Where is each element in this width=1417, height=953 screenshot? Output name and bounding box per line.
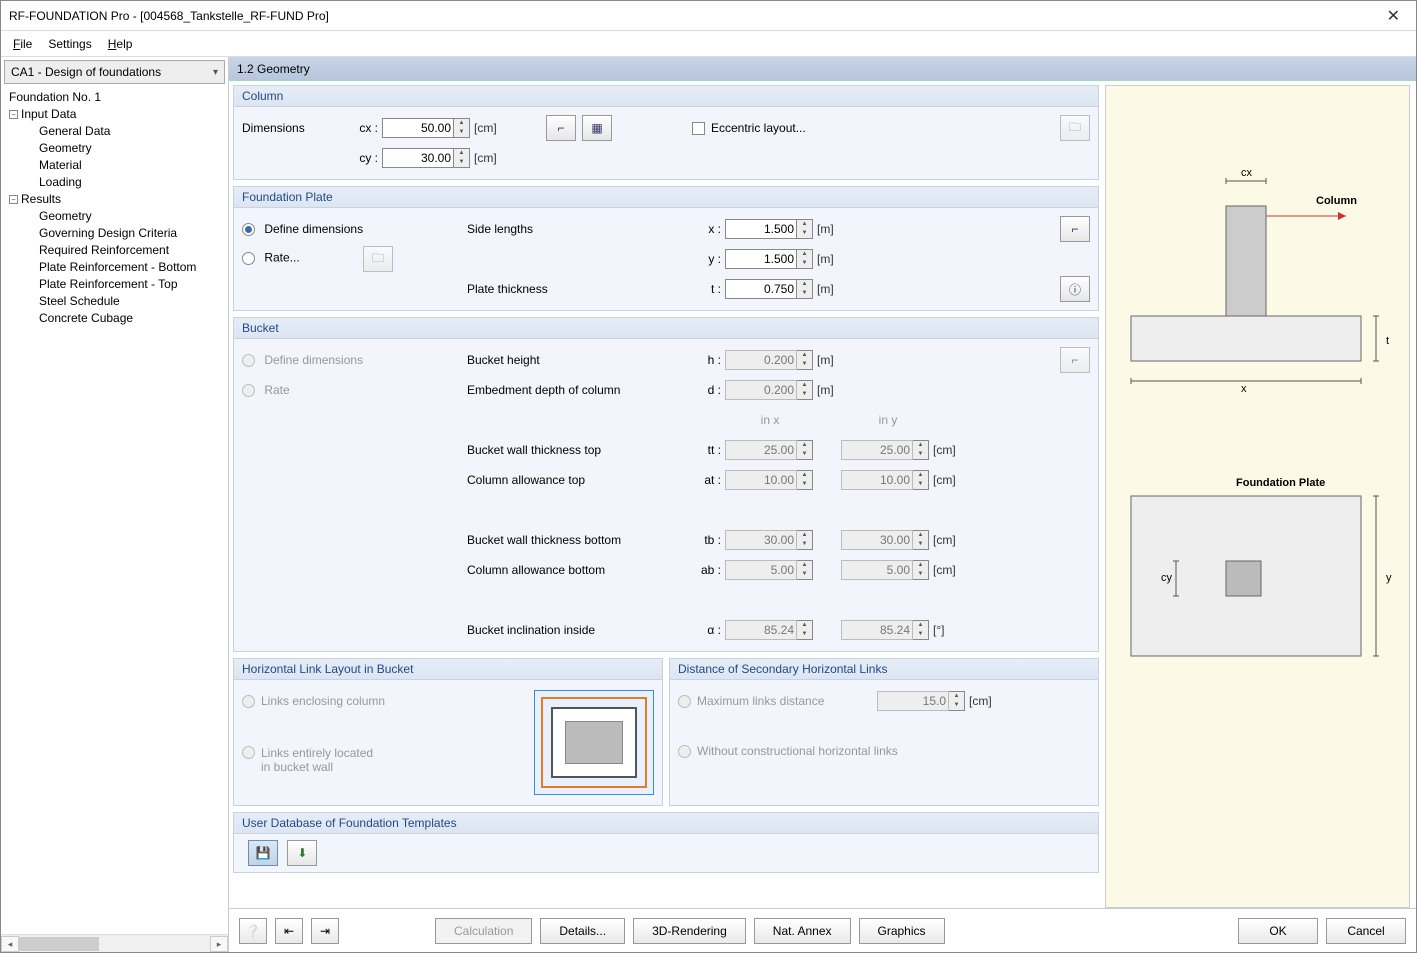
dsec-max-radio	[678, 695, 691, 708]
hlink-enclosing-radio	[242, 695, 255, 708]
calculation-button: Calculation	[435, 918, 532, 944]
info-icon[interactable]: ⓘ	[1060, 276, 1090, 302]
annex-button[interactable]: Nat. Annex	[754, 918, 851, 944]
panel-bucket: Bucket Define dimensions Bucket height h…	[233, 317, 1099, 652]
alpha-y-input	[841, 620, 913, 640]
case-combo[interactable]: CA1 - Design of foundations ▾	[4, 60, 225, 84]
eccentric-checkbox[interactable]	[692, 122, 705, 135]
tree-item[interactable]: Geometry	[39, 140, 228, 157]
tree-item[interactable]: Loading	[39, 174, 228, 191]
footer: ❔ ⇤ ⇥ Calculation Details... 3D-Renderin…	[229, 908, 1416, 952]
svg-text:Column: Column	[1316, 195, 1357, 207]
ruler-icon[interactable]: ⌐	[1060, 216, 1090, 242]
svg-text:t: t	[1386, 335, 1389, 347]
prev-icon[interactable]: ⇤	[275, 918, 303, 944]
x-input[interactable]	[725, 219, 797, 239]
menu-file[interactable]: File	[13, 37, 32, 51]
tb-y-input	[841, 530, 913, 550]
bucket-define-radio	[242, 354, 255, 367]
template-save-icon[interactable]: 💾	[248, 840, 278, 866]
panel-dsec: Distance of Secondary Horizontal Links M…	[669, 658, 1099, 806]
plate-define-radio[interactable]	[242, 223, 255, 236]
sidebar-scrollbar[interactable]: ◂▸	[1, 934, 228, 952]
library-icon[interactable]: 🗀	[1060, 115, 1090, 141]
svg-text:x: x	[1241, 383, 1247, 395]
tree-item[interactable]: Steel Schedule	[39, 293, 228, 310]
svg-text:y: y	[1386, 572, 1392, 584]
panel-plate: Foundation Plate Define dimensions Side …	[233, 186, 1099, 311]
plate-rate-radio[interactable]	[242, 252, 255, 265]
tree-input-data[interactable]: −Input Data	[5, 106, 228, 123]
svg-text:cy: cy	[1161, 572, 1173, 584]
tree-item[interactable]: Geometry	[39, 208, 228, 225]
menu-help[interactable]: Help	[108, 37, 133, 51]
rendering-button[interactable]: 3D-Rendering	[633, 918, 746, 944]
template-load-icon[interactable]: ⬇	[287, 840, 317, 866]
ab-x-input	[725, 560, 797, 580]
menubar: File Settings Help	[1, 31, 1416, 57]
tree-item[interactable]: Plate Reinforcement - Bottom	[39, 259, 228, 276]
panel-column: Column Dimensions cx : ▲▼ [cm] ⌐ ▦	[233, 85, 1099, 180]
details-button[interactable]: Details...	[540, 918, 625, 944]
cx-input[interactable]	[382, 118, 454, 138]
preview: cx Column t x Foundation Plate	[1105, 85, 1410, 908]
tree-results[interactable]: −Results	[5, 191, 228, 208]
cancel-button[interactable]: Cancel	[1326, 918, 1406, 944]
sidebar: CA1 - Design of foundations ▾ Foundation…	[1, 57, 229, 952]
hlink-wall-radio	[242, 746, 255, 759]
tree-item[interactable]: Concrete Cubage	[39, 310, 228, 327]
alpha-x-input	[725, 620, 797, 640]
help-icon[interactable]: ❔	[239, 918, 267, 944]
graphics-button[interactable]: Graphics	[859, 918, 945, 944]
tree-item[interactable]: Plate Reinforcement - Top	[39, 276, 228, 293]
cy-stepper[interactable]: ▲▼	[454, 148, 470, 168]
rate-settings-icon[interactable]: 🗀	[363, 246, 393, 272]
cy-input[interactable]	[382, 148, 454, 168]
page-title: 1.2 Geometry	[229, 57, 1416, 81]
tt-x-input	[725, 440, 797, 460]
preview-svg: cx Column t x Foundation Plate	[1106, 86, 1411, 806]
tb-x-input	[725, 530, 797, 550]
grid-icon[interactable]: ▦	[582, 115, 612, 141]
at-x-input	[725, 470, 797, 490]
ruler-icon: ⌐	[1060, 347, 1090, 373]
nav-tree: Foundation No. 1 −Input Data General Dat…	[1, 87, 228, 934]
at-y-input	[841, 470, 913, 490]
d-input	[725, 380, 797, 400]
dsec-input	[877, 691, 949, 711]
titlebar: RF-FOUNDATION Pro - [004568_Tankstelle_R…	[1, 1, 1416, 31]
window-title: RF-FOUNDATION Pro - [004568_Tankstelle_R…	[9, 9, 1379, 23]
bucket-rate-radio	[242, 384, 255, 397]
tree-root[interactable]: Foundation No. 1	[5, 89, 228, 106]
t-input[interactable]	[725, 279, 797, 299]
next-icon[interactable]: ⇥	[311, 918, 339, 944]
menu-settings[interactable]: Settings	[48, 37, 91, 51]
links-diagram	[534, 690, 654, 795]
ruler-icon[interactable]: ⌐	[546, 115, 576, 141]
svg-text:Foundation Plate: Foundation Plate	[1236, 477, 1325, 489]
y-input[interactable]	[725, 249, 797, 269]
tree-item[interactable]: Required Reinforcement	[39, 242, 228, 259]
h-input	[725, 350, 797, 370]
tree-item[interactable]: Governing Design Criteria	[39, 225, 228, 242]
ab-y-input	[841, 560, 913, 580]
panel-userdb: User Database of Foundation Templates 💾 …	[233, 812, 1099, 873]
panel-hlink: Horizontal Link Layout in Bucket Links e…	[233, 658, 663, 806]
tree-item[interactable]: Material	[39, 157, 228, 174]
cx-stepper[interactable]: ▲▼	[454, 118, 470, 138]
dsec-without-radio	[678, 745, 691, 758]
close-icon[interactable]: ✕	[1379, 6, 1408, 26]
ok-button[interactable]: OK	[1238, 918, 1318, 944]
tt-y-input	[841, 440, 913, 460]
tree-item[interactable]: General Data	[39, 123, 228, 140]
svg-text:cx: cx	[1241, 167, 1253, 179]
chevron-down-icon: ▾	[213, 67, 218, 78]
